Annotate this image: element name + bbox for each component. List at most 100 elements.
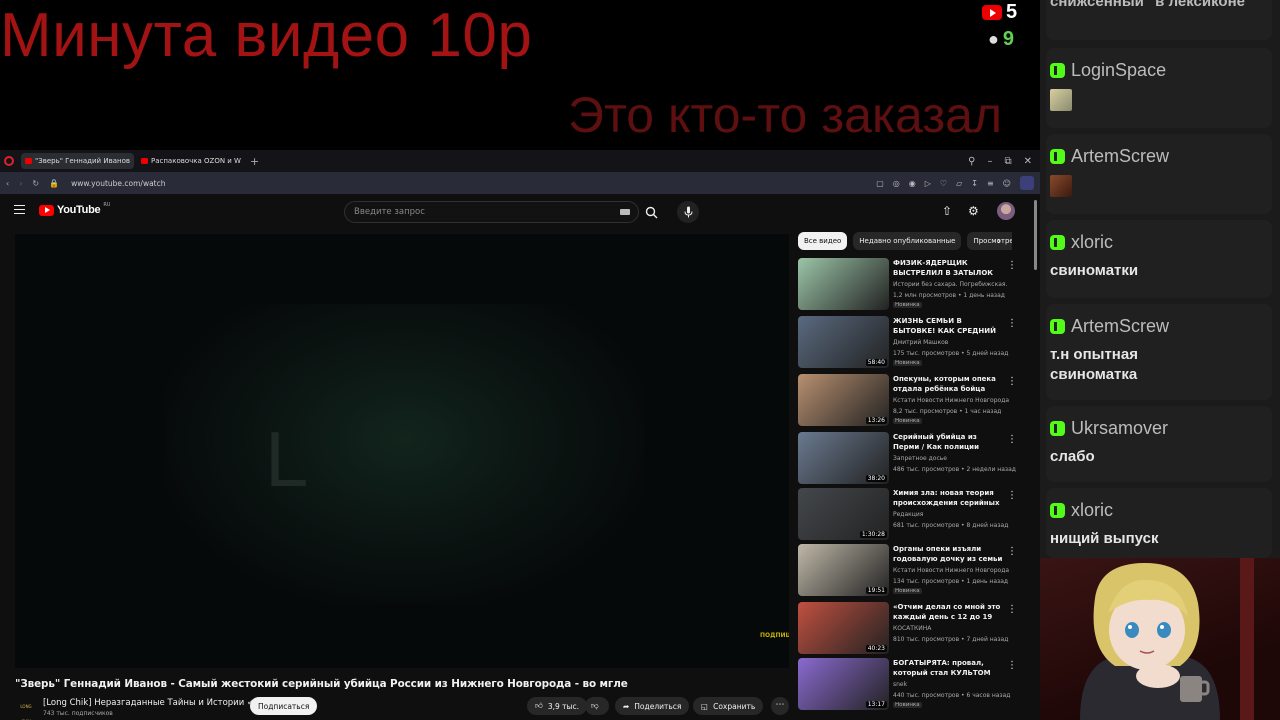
chip-watched[interactable]: Просмотренные — [967, 232, 1012, 250]
chat-username[interactable]: ArtemScrew — [1071, 316, 1169, 336]
more-actions-icon[interactable]: ⋯ — [771, 697, 789, 715]
more-options-icon[interactable]: ⋮ — [1007, 376, 1017, 387]
video-thumbnail[interactable] — [798, 258, 889, 310]
more-options-icon[interactable]: ⋮ — [1007, 546, 1017, 557]
stream-canvas: Минута видео 10р Это кто-то заказал 5 ● … — [0, 0, 1280, 720]
chat-username[interactable]: xloric — [1071, 500, 1113, 520]
opera-logo-icon[interactable] — [4, 156, 14, 166]
recommendation-channel[interactable]: snek — [893, 681, 1015, 688]
chat-username[interactable]: Ukrsamover — [1071, 418, 1168, 438]
tab-video[interactable]: "Зверь" Геннадий Иванов — [21, 153, 134, 169]
channel-name[interactable]: [Long Chik] Неразгаданные Тайны и Истори… — [43, 698, 254, 708]
chat-message-text: слабо — [1050, 448, 1095, 465]
recommendation-item[interactable]: 13:17 БОГАТЫРЯТА: провал, который стал КУ… — [798, 658, 1018, 712]
recommendation-item[interactable]: ФИЗИК-ЯДЕРЩИК ВЫСТРЕЛИЛ В ЗАТЫЛОК ... Ист… — [798, 258, 1018, 312]
video-thumbnail[interactable]: 58:40 — [798, 316, 889, 368]
dislike-button[interactable]: 👎︎ — [585, 697, 609, 715]
video-thumbnail[interactable]: 40:23 — [798, 602, 889, 654]
video-thumbnail[interactable]: 13:17 — [798, 658, 889, 710]
heart-icon[interactable]: ♡ — [940, 179, 947, 188]
url-field[interactable]: www.youtube.com/watch — [71, 179, 165, 188]
video-thumbnail[interactable]: 1:30:28 — [798, 488, 889, 540]
tab-search-icon[interactable]: ⚲ — [968, 156, 975, 167]
recommendation-channel[interactable]: КОСАТКИНА — [893, 625, 1015, 632]
chip-recent[interactable]: Недавно опубликованные — [853, 232, 962, 250]
recommendation-title[interactable]: Серийный убийца из Перми / Как полиции у… — [893, 432, 1003, 452]
recommendation-item[interactable]: 38:20 Серийный убийца из Перми / Как поли… — [798, 432, 1018, 486]
more-options-icon[interactable]: ⋮ — [1007, 604, 1017, 615]
hamburger-menu-icon[interactable] — [14, 205, 25, 214]
recommendation-meta: 1,2 млн просмотров • 1 день назад — [893, 292, 1005, 299]
chat-message-text: нищий выпуск — [1050, 530, 1159, 547]
recommendation-channel[interactable]: Кстати Новости Нижнего Новгорода — [893, 397, 1015, 404]
recommendation-item[interactable]: 40:23 «Отчим делал со мной это каждый ден… — [798, 602, 1018, 656]
share-label: Поделиться — [634, 701, 682, 711]
recommendation-channel[interactable]: Кстати Новости Нижнего Новгорода — [893, 567, 1015, 574]
tab-unboxing[interactable]: Распаковочка OZON и W — [137, 153, 245, 169]
recommendation-title[interactable]: Химия зла: новая теория происхождения се… — [893, 488, 1003, 508]
notifications-bell-icon[interactable]: ⚙ — [968, 204, 979, 218]
minimize-icon[interactable]: – — [987, 156, 992, 167]
more-options-icon[interactable]: ⋮ — [1007, 434, 1017, 445]
upload-icon[interactable]: ⇧ — [942, 204, 952, 218]
download-icon[interactable]: ↧ — [971, 179, 978, 188]
menu-lines-icon[interactable]: ≡ — [987, 179, 994, 188]
recommendation-title[interactable]: Опекуны, которым опека отдала ребёнка бо… — [893, 374, 1003, 394]
voice-search-button[interactable] — [677, 201, 699, 223]
play-icon[interactable]: ▷ — [925, 179, 931, 188]
recommendation-item[interactable]: 13:26 Опекуны, которым опека отдала ребён… — [798, 374, 1018, 428]
video-thumbnail[interactable]: 38:20 — [798, 432, 889, 484]
search-input[interactable] — [345, 207, 620, 217]
snapshot-icon[interactable]: ▢ — [876, 179, 884, 188]
recommendation-channel[interactable]: Запретное досье — [893, 455, 1015, 462]
video-player[interactable]: L ПОДПИШИСЬ — [15, 234, 789, 668]
recommendation-item[interactable]: 58:40 ЖИЗНЬ СЕМЬИ В БЫТОВКЕ! КАК СРЕДНИЙ … — [798, 316, 1018, 370]
recommendation-title[interactable]: ЖИЗНЬ СЕМЬИ В БЫТОВКЕ! КАК СРЕДНИЙ КЛАСС… — [893, 316, 1003, 336]
recommendation-title[interactable]: «Отчим делал со мной это каждый день с 1… — [893, 602, 1003, 622]
channel-avatar[interactable]: LONG CHIK — [15, 699, 37, 720]
keyboard-icon[interactable] — [620, 209, 630, 215]
chat-username[interactable]: ArtemScrew — [1071, 146, 1169, 166]
chat-message-text: т.н опытная свиноматка — [1050, 346, 1138, 383]
maximize-icon[interactable]: ⧉ — [1004, 156, 1011, 167]
new-tab-icon[interactable]: + — [250, 155, 259, 168]
video-thumbnail[interactable]: 13:26 — [798, 374, 889, 426]
forward-icon[interactable]: › — [19, 179, 22, 188]
recommendation-title[interactable]: ФИЗИК-ЯДЕРЩИК ВЫСТРЕЛИЛ В ЗАТЫЛОК ... — [893, 258, 1003, 278]
close-icon[interactable]: ✕ — [1024, 156, 1032, 167]
more-options-icon[interactable]: ⋮ — [1007, 490, 1017, 501]
chevron-right-icon[interactable]: › — [997, 236, 1001, 247]
recommendation-channel[interactable]: Редакция — [893, 511, 1015, 518]
recommendation-item[interactable]: 19:51 Органы опеки изъяли годовалую дочку… — [798, 544, 1018, 598]
like-button[interactable]: 👍︎ 3,9 тыс. — [527, 697, 587, 715]
share-button[interactable]: ➦ Поделиться — [615, 697, 690, 715]
chip-all[interactable]: Все видео — [798, 232, 848, 250]
youtube-favicon-icon — [140, 158, 148, 164]
chat-username[interactable]: LoginSpace — [1071, 60, 1166, 80]
recommendation-title[interactable]: БОГАТЫРЯТА: провал, который стал КУЛЬТОМ — [893, 658, 1003, 678]
chat-username[interactable]: xloric — [1071, 232, 1113, 252]
camera-icon[interactable]: ◎ — [893, 179, 900, 188]
page-scrollbar[interactable] — [1034, 200, 1037, 270]
more-options-icon[interactable]: ⋮ — [1007, 660, 1017, 671]
save-button[interactable]: ◱ Сохранить — [693, 697, 764, 715]
extension-icon[interactable] — [1020, 176, 1034, 190]
recommendation-item[interactable]: 1:30:28 Химия зла: новая теория происхожд… — [798, 488, 1018, 542]
save-label: Сохранить — [713, 701, 756, 711]
recommendation-channel[interactable]: Дмитрий Машков — [893, 339, 1015, 346]
recommendation-channel[interactable]: Истории без сахара. Погребижская. — [893, 281, 1015, 288]
more-options-icon[interactable]: ⋮ — [1007, 318, 1017, 329]
subscribe-button[interactable]: Подписаться — [250, 697, 318, 715]
cube-icon[interactable]: ▱ — [956, 179, 962, 188]
avatar[interactable] — [997, 202, 1015, 220]
youtube-logo[interactable]: YouTube RU — [39, 202, 110, 216]
reload-icon[interactable]: ↻ — [32, 179, 39, 188]
profile-icon[interactable]: ☺ — [1003, 179, 1011, 188]
video-thumbnail[interactable]: 19:51 — [798, 544, 889, 596]
recommendation-title[interactable]: Органы опеки изъяли годовалую дочку из с… — [893, 544, 1003, 564]
subscribe-watermark[interactable]: ПОДПИШИСЬ — [760, 632, 789, 656]
more-options-icon[interactable]: ⋮ — [1007, 260, 1017, 271]
search-button[interactable] — [639, 201, 663, 223]
shield-icon[interactable]: ◉ — [909, 179, 916, 188]
back-icon[interactable]: ‹ — [6, 179, 9, 188]
